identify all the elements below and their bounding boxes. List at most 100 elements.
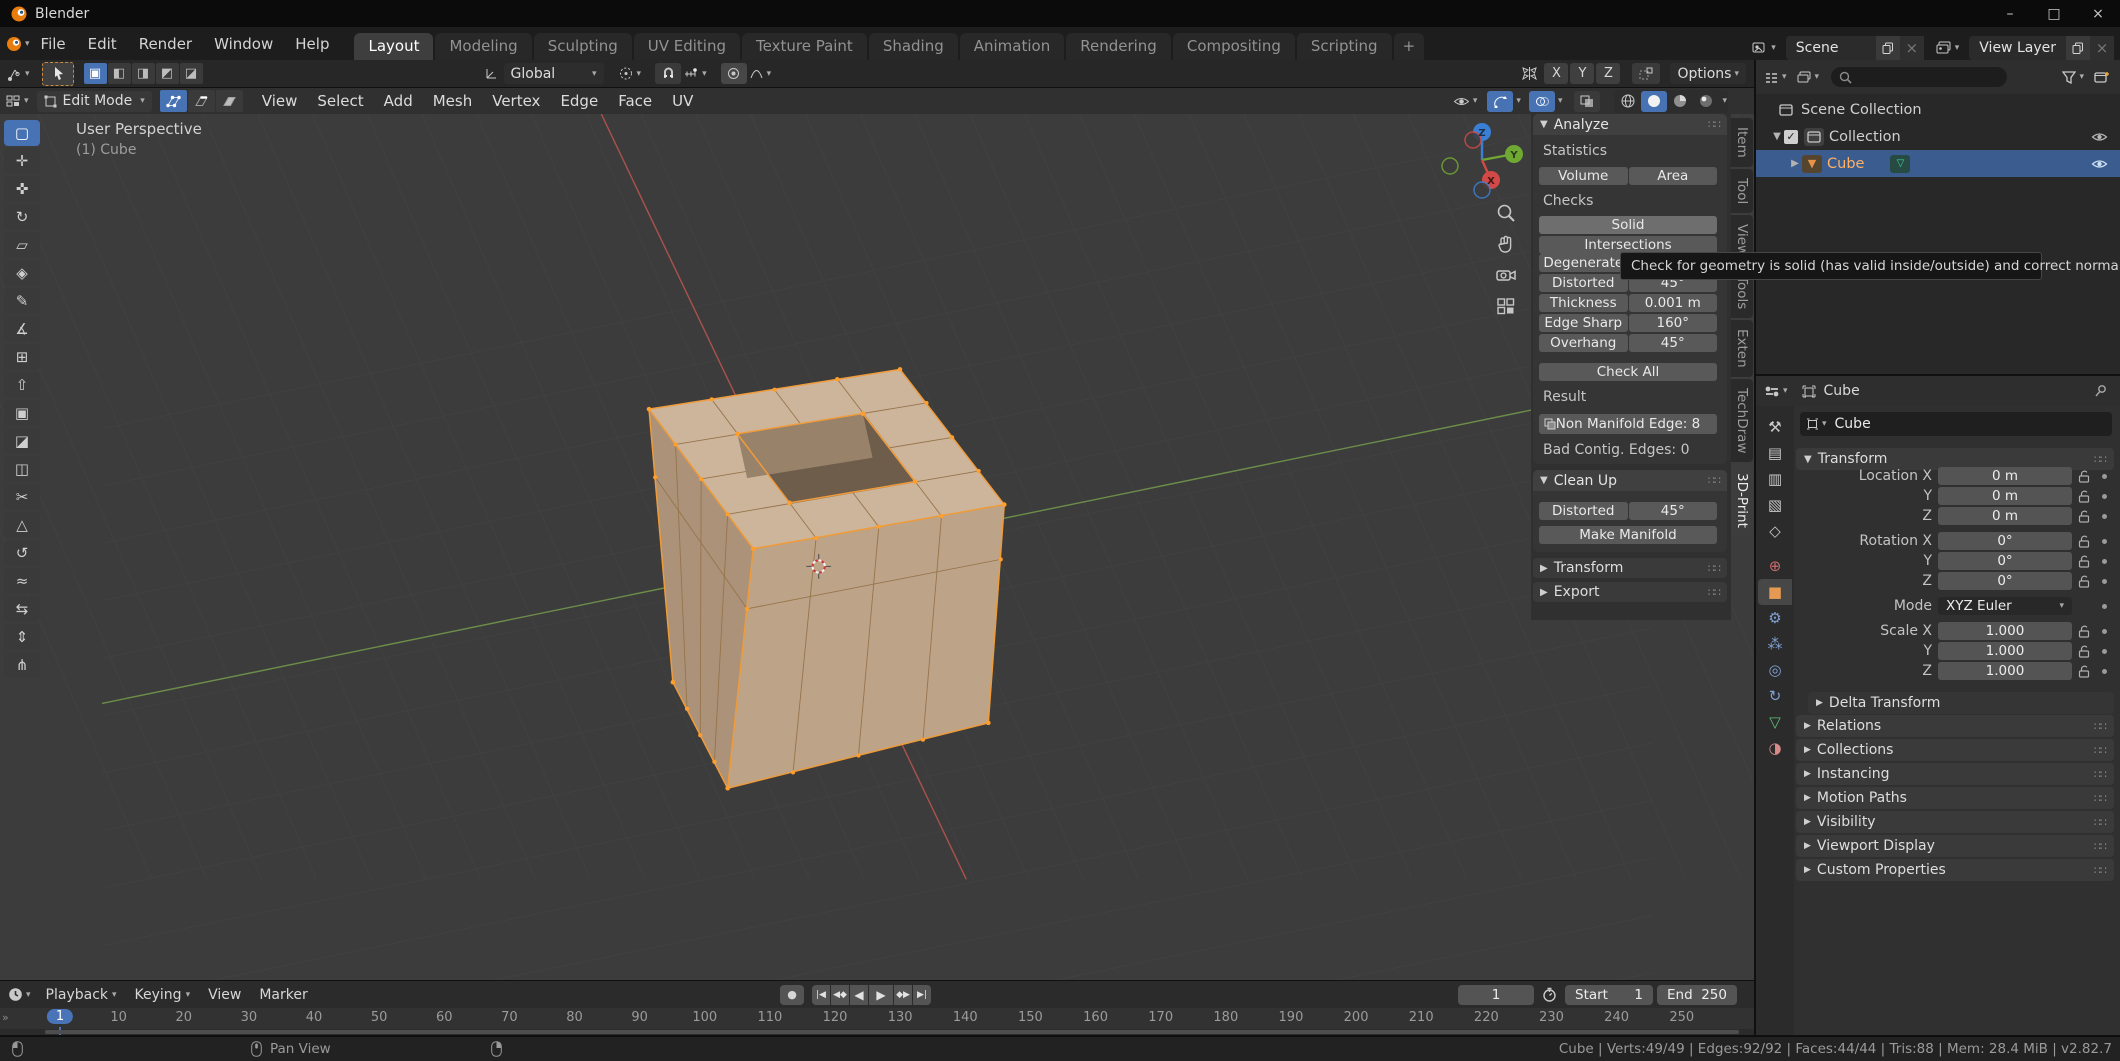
outliner-display-mode-dropdown[interactable]: ▾ (1797, 71, 1820, 84)
ruler-frame-label[interactable]: 210 (1409, 1010, 1434, 1025)
proportional-editing-toggle[interactable] (721, 63, 747, 84)
snap-base-icon[interactable] (1632, 63, 1660, 84)
mirror-axis-button[interactable]: Z (1596, 63, 1620, 84)
property-panel-header[interactable]: ▶ Viewport Display ∷∷ (1796, 835, 2114, 857)
add-workspace-tab[interactable]: + (1394, 33, 1425, 60)
timeline-menu-item[interactable]: Keying (126, 987, 200, 1003)
animate-dot[interactable] (2102, 629, 2107, 634)
viewport-menu-item[interactable]: UV (662, 92, 703, 110)
auto-keying-record-button[interactable]: ● (780, 985, 804, 1005)
timeline-editor-type-dropdown[interactable]: ▾ (8, 987, 31, 1002)
ruler-frame-label[interactable]: 30 (241, 1010, 258, 1025)
tool-button[interactable]: ✛ (4, 148, 40, 174)
expand-arrow-icon[interactable]: ▼ (1770, 131, 1784, 142)
outliner-row-collection[interactable]: ▼ ✓ Collection (1756, 123, 2120, 150)
viewport-menu-item[interactable]: View (252, 92, 308, 110)
collection-checkbox[interactable]: ✓ (1784, 130, 1798, 144)
proportional-falloff-dropdown[interactable]: ▾ (749, 67, 772, 80)
overlays-dropdown[interactable]: ▾ (1558, 96, 1563, 106)
lock-icon[interactable] (2078, 510, 2090, 523)
tool-button[interactable]: △ (4, 512, 40, 538)
tool-button[interactable]: ⇕ (4, 624, 40, 650)
lock-icon[interactable] (2078, 490, 2090, 503)
panel-drag-dots-icon[interactable]: ∷∷ (1708, 118, 1720, 131)
sidebar-tab[interactable]: Item (1731, 118, 1753, 167)
scene-icon[interactable]: ▾ (1752, 41, 1776, 55)
properties-tab[interactable]: ◑ (1758, 735, 1792, 761)
mirror-axis-button[interactable]: X (1544, 63, 1568, 84)
panel-drag-dots-icon[interactable]: ∷∷ (1708, 474, 1720, 487)
timeline-menu-item[interactable]: Playback (37, 987, 126, 1003)
view-layer-name[interactable]: View Layer (1969, 40, 2066, 56)
object-name-field[interactable]: ▾ Cube (1800, 412, 2112, 436)
viewport-menu-item[interactable]: Edge (550, 92, 608, 110)
cleanup-distorted-button[interactable]: Distorted (1539, 502, 1628, 520)
timeline-ruler[interactable]: » 11020304050607080901001101201301401501… (0, 1008, 1754, 1029)
toggle-ortho-grid-icon[interactable] (1493, 293, 1519, 319)
stopwatch-icon[interactable] (1542, 987, 1557, 1002)
jump-to-start-button[interactable]: |◀ (812, 985, 830, 1005)
workspace-tab[interactable]: Layout (354, 33, 433, 60)
ruler-frame-label[interactable]: 40 (306, 1010, 323, 1025)
ruler-frame-label[interactable]: 60 (436, 1010, 453, 1025)
tool-button[interactable]: ◈ (4, 260, 40, 286)
menu-item[interactable]: File (30, 27, 77, 60)
select-mode-button[interactable]: ◨ (132, 63, 155, 84)
pan-view-hand-icon[interactable] (1493, 231, 1519, 257)
animate-dot[interactable] (2102, 604, 2107, 609)
tool-button[interactable]: ⇆ (4, 596, 40, 622)
tool-button[interactable]: ∡ (4, 316, 40, 342)
object-id-icon[interactable]: ▾ (1806, 418, 1827, 430)
animate-dot[interactable] (2102, 559, 2107, 564)
collapsed-panel-header[interactable]: ▶ Transform ∷∷ (1533, 558, 1727, 578)
ruler-frame-label[interactable]: 120 (823, 1010, 848, 1025)
ruler-frame-label[interactable]: 150 (1018, 1010, 1043, 1025)
hide-collection-eye-icon[interactable] (2091, 131, 2108, 143)
edge-select-button[interactable] (188, 90, 215, 112)
cube-mesh[interactable] (647, 367, 1007, 790)
property-panel-header[interactable]: ▶ Motion Paths ∷∷ (1796, 787, 2114, 809)
ruler-frame-label[interactable]: 130 (888, 1010, 913, 1025)
remove-view-layer-button[interactable]: × (2090, 36, 2114, 60)
value-field[interactable]: 0° (1938, 572, 2072, 590)
frame-end-field[interactable]: End 250 (1657, 985, 1737, 1005)
animate-dot[interactable] (2102, 494, 2107, 499)
animate-dot[interactable] (2102, 649, 2107, 654)
menu-item[interactable]: Help (284, 27, 340, 60)
viewport-menu-item[interactable]: Select (307, 92, 373, 110)
workspace-tab[interactable]: Shading (869, 33, 958, 60)
tool-button[interactable]: ◪ (4, 428, 40, 454)
shading-material-button[interactable] (1667, 91, 1693, 112)
lock-icon[interactable] (2078, 470, 2090, 483)
tool-button[interactable]: ✂ (4, 484, 40, 510)
options-dropdown[interactable]: Options▾ (1670, 63, 1746, 84)
viewport-menu-item[interactable]: Vertex (482, 92, 550, 110)
viewport-editor-type-dropdown[interactable]: ▾ (6, 94, 29, 108)
active-tool-button[interactable] (42, 62, 74, 86)
value-field[interactable]: 0 m (1938, 467, 2072, 485)
vertex-select-button[interactable] (160, 90, 187, 112)
lock-icon[interactable] (2078, 645, 2090, 658)
workspace-tab[interactable]: UV Editing (634, 33, 740, 60)
select-mode-button[interactable]: ◩ (156, 63, 179, 84)
lock-icon[interactable] (2078, 575, 2090, 588)
ruler-frame-label[interactable]: 220 (1474, 1010, 1499, 1025)
shading-dropdown[interactable]: ▾ (1722, 96, 1727, 106)
face-select-button[interactable] (216, 90, 243, 112)
viewport-menu-item[interactable]: Add (374, 92, 423, 110)
sidebar-tab[interactable]: Exten (1731, 320, 1753, 377)
workspace-tab[interactable]: Scripting (1297, 33, 1392, 60)
workspace-tab[interactable]: Animation (960, 33, 1064, 60)
ruler-frame-label[interactable]: 70 (501, 1010, 518, 1025)
ruler-frame-label[interactable]: 140 (953, 1010, 978, 1025)
check-button[interactable]: Thickness (1539, 294, 1628, 312)
mirror-axis-button[interactable]: Y (1570, 63, 1594, 84)
ruler-frame-label[interactable]: 240 (1604, 1010, 1629, 1025)
select-mode-button[interactable]: ▣ (84, 63, 107, 84)
object-visibility-dropdown[interactable]: ▾ (1453, 95, 1478, 108)
tool-button[interactable]: ▣ (4, 400, 40, 426)
new-view-layer-button[interactable] (2066, 36, 2090, 60)
outliner-row-scene-collection[interactable]: Scene Collection (1756, 96, 2120, 123)
show-gizmo-toggle[interactable] (1487, 91, 1513, 112)
check-button[interactable]: Degenerate (1539, 254, 1628, 272)
